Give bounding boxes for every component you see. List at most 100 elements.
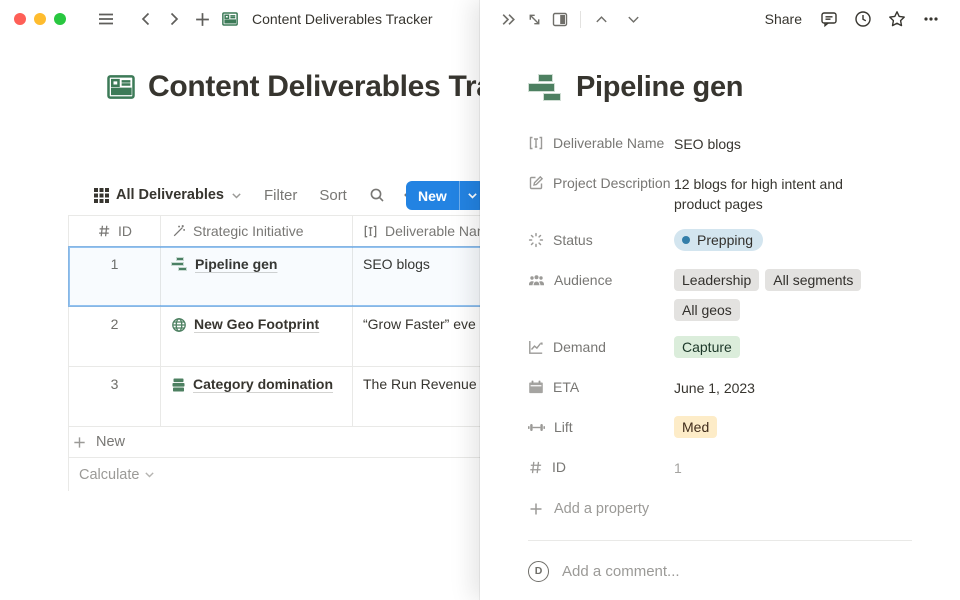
add-property-button[interactable]: Add a property <box>528 495 912 523</box>
status-burst-icon <box>528 232 544 248</box>
back-icon[interactable] <box>132 5 160 33</box>
expand-page-icon[interactable] <box>521 6 547 32</box>
history-clock-icon[interactable] <box>850 6 876 32</box>
property-label[interactable]: Project Description <box>528 169 674 197</box>
chevron-down-icon <box>231 190 242 201</box>
hash-icon <box>528 460 543 475</box>
close-peek-icon[interactable] <box>495 6 521 32</box>
title-icon <box>363 224 378 239</box>
property-label[interactable]: Status <box>528 226 674 254</box>
zoom-window-button[interactable] <box>54 13 66 25</box>
property-label[interactable]: Deliverable Name <box>528 129 674 157</box>
sort-button[interactable]: Sort <box>319 187 347 204</box>
view-name-label: All Deliverables <box>116 187 224 203</box>
property-label[interactable]: ETA <box>528 373 674 401</box>
plus-icon <box>72 435 87 450</box>
property-list: Deliverable Name SEO blogs Project Descr… <box>528 129 912 481</box>
title-icon <box>528 135 544 151</box>
property-row-status: Status Prepping <box>528 226 912 254</box>
page-table-icon[interactable] <box>106 72 136 102</box>
share-button[interactable]: Share <box>765 11 802 27</box>
property-row-deliverable-name: Deliverable Name SEO blogs <box>528 129 912 157</box>
new-tab-icon[interactable] <box>188 5 216 33</box>
status-dot <box>682 236 690 244</box>
titlebar: Content Deliverables Tracker <box>0 0 480 38</box>
page-link[interactable]: New Geo Footprint <box>194 316 319 332</box>
side-peek-mode-icon[interactable] <box>547 6 573 32</box>
property-value[interactable]: Med <box>674 413 717 438</box>
books-icon <box>171 377 186 393</box>
cell-strategic-initiative[interactable]: New Geo Footprint <box>161 307 353 366</box>
page-table-icon <box>216 5 244 33</box>
property-value[interactable]: Prepping <box>674 226 763 251</box>
edit-icon <box>528 175 544 191</box>
cell-id[interactable]: 1 <box>69 247 161 306</box>
next-record-icon[interactable] <box>620 6 646 32</box>
lift-tag[interactable]: Med <box>674 416 717 438</box>
favorite-star-icon[interactable] <box>884 6 910 32</box>
calendar-icon <box>528 379 544 395</box>
previous-record-icon[interactable] <box>588 6 614 32</box>
new-record-split-button[interactable]: New <box>406 181 485 210</box>
comments-icon[interactable] <box>816 6 842 32</box>
property-label[interactable]: Lift <box>528 413 674 441</box>
comment-placeholder[interactable]: Add a comment... <box>562 563 680 580</box>
column-header-strategic-initiative[interactable]: Strategic Initiative <box>161 216 353 246</box>
panel-body: Pipeline gen Deliverable Name SEO blogs … <box>480 71 960 600</box>
cell-strategic-initiative[interactable]: Pipeline gen <box>161 247 353 306</box>
window-title: Content Deliverables Tracker <box>252 11 433 27</box>
sparkle-wand-icon <box>171 224 186 239</box>
chevron-down-icon <box>467 190 478 201</box>
column-header-id[interactable]: ID <box>69 216 161 246</box>
traffic-lights <box>14 13 66 25</box>
plus-icon <box>528 501 544 517</box>
hamburger-menu-icon[interactable] <box>92 5 120 33</box>
search-icon[interactable] <box>369 187 385 203</box>
view-tab-all-deliverables[interactable]: All Deliverables <box>94 187 242 203</box>
page-title[interactable]: Content Deliverables Tracker <box>148 70 480 104</box>
property-label[interactable]: Audience <box>528 266 674 294</box>
pipeline-icon[interactable] <box>528 73 562 103</box>
trend-chart-icon <box>528 339 544 355</box>
property-value[interactable]: Capture <box>674 333 740 358</box>
table-view-icon <box>94 188 109 203</box>
property-label[interactable]: ID <box>528 453 674 481</box>
new-record-button[interactable]: New <box>406 181 459 210</box>
cell-id[interactable]: 2 <box>69 307 161 366</box>
demand-tag[interactable]: Capture <box>674 336 740 358</box>
property-value[interactable]: Leadership All segments All geos <box>674 266 874 321</box>
property-label[interactable]: Demand <box>528 333 674 361</box>
panel-toolbar: Share <box>480 0 960 38</box>
property-value[interactable]: SEO blogs <box>674 129 741 154</box>
page-link[interactable]: Pipeline gen <box>195 256 277 272</box>
property-value[interactable]: 1 <box>674 453 682 478</box>
view-toolbar: All Deliverables Filter Sort <box>94 180 437 210</box>
avatar: D <box>528 561 549 582</box>
more-options-icon[interactable] <box>918 6 944 32</box>
hash-icon <box>97 224 111 238</box>
audience-tag[interactable]: All geos <box>674 299 740 321</box>
toolbar-divider <box>580 11 581 28</box>
cell-id[interactable]: 3 <box>69 367 161 426</box>
status-tag[interactable]: Prepping <box>674 229 763 251</box>
property-row-project-description: Project Description 12 blogs for high in… <box>528 169 912 214</box>
minimize-window-button[interactable] <box>34 13 46 25</box>
cell-strategic-initiative[interactable]: Category domination <box>161 367 353 426</box>
property-value[interactable]: June 1, 2023 <box>674 373 755 398</box>
comment-composer[interactable]: D Add a comment... <box>528 558 912 584</box>
property-row-demand: Demand Capture <box>528 333 912 361</box>
property-row-audience: Audience Leadership All segments All geo… <box>528 266 912 321</box>
chevron-down-icon <box>144 469 155 480</box>
filter-button[interactable]: Filter <box>264 187 297 204</box>
record-title[interactable]: Pipeline gen <box>576 71 743 104</box>
property-value[interactable]: 12 blogs for high intent and product pag… <box>674 169 864 214</box>
forward-icon[interactable] <box>160 5 188 33</box>
people-icon <box>528 273 545 288</box>
audience-tag[interactable]: Leadership <box>674 269 759 291</box>
app-window: Content Deliverables Tracker Content Del… <box>0 0 960 600</box>
close-window-button[interactable] <box>14 13 26 25</box>
audience-tag[interactable]: All segments <box>765 269 861 291</box>
property-row-lift: Lift Med <box>528 413 912 441</box>
page-link[interactable]: Category domination <box>193 376 333 392</box>
divider <box>528 540 912 541</box>
